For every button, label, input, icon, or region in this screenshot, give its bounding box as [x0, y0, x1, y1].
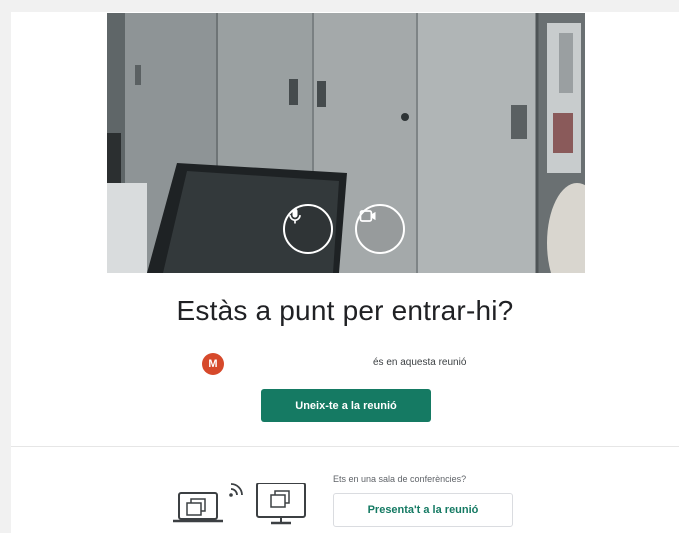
camera-feed-image: [107, 13, 585, 273]
camera-preview: [107, 13, 585, 273]
present-illustration: [173, 483, 306, 525]
participants-status: M és en aquesta reunió: [11, 351, 679, 377]
wireless-signal-icon: [229, 483, 243, 497]
join-meeting-button[interactable]: Uneix-te a la reunió: [261, 389, 431, 422]
status-text: és en aquesta reunió: [373, 357, 467, 368]
camera-toggle-button[interactable]: [355, 204, 405, 254]
microphone-icon: [289, 208, 301, 224]
present-section: Ets en una sala de conferències? Present…: [11, 447, 679, 533]
monitor-present-icon: [256, 483, 306, 525]
video-camera-icon: [359, 210, 376, 222]
laptop-present-icon: [173, 492, 223, 523]
conference-room-question: Ets en una sala de conferències?: [333, 474, 467, 484]
microphone-toggle-button[interactable]: [283, 204, 333, 254]
present-to-meeting-button[interactable]: Presenta't a la reunió: [333, 493, 513, 527]
prejoin-card: Estàs a punt per entrar-hi? M és en aque…: [11, 12, 679, 533]
page-title: Estàs a punt per entrar-hi?: [176, 295, 514, 326]
avatar: M: [202, 353, 224, 375]
